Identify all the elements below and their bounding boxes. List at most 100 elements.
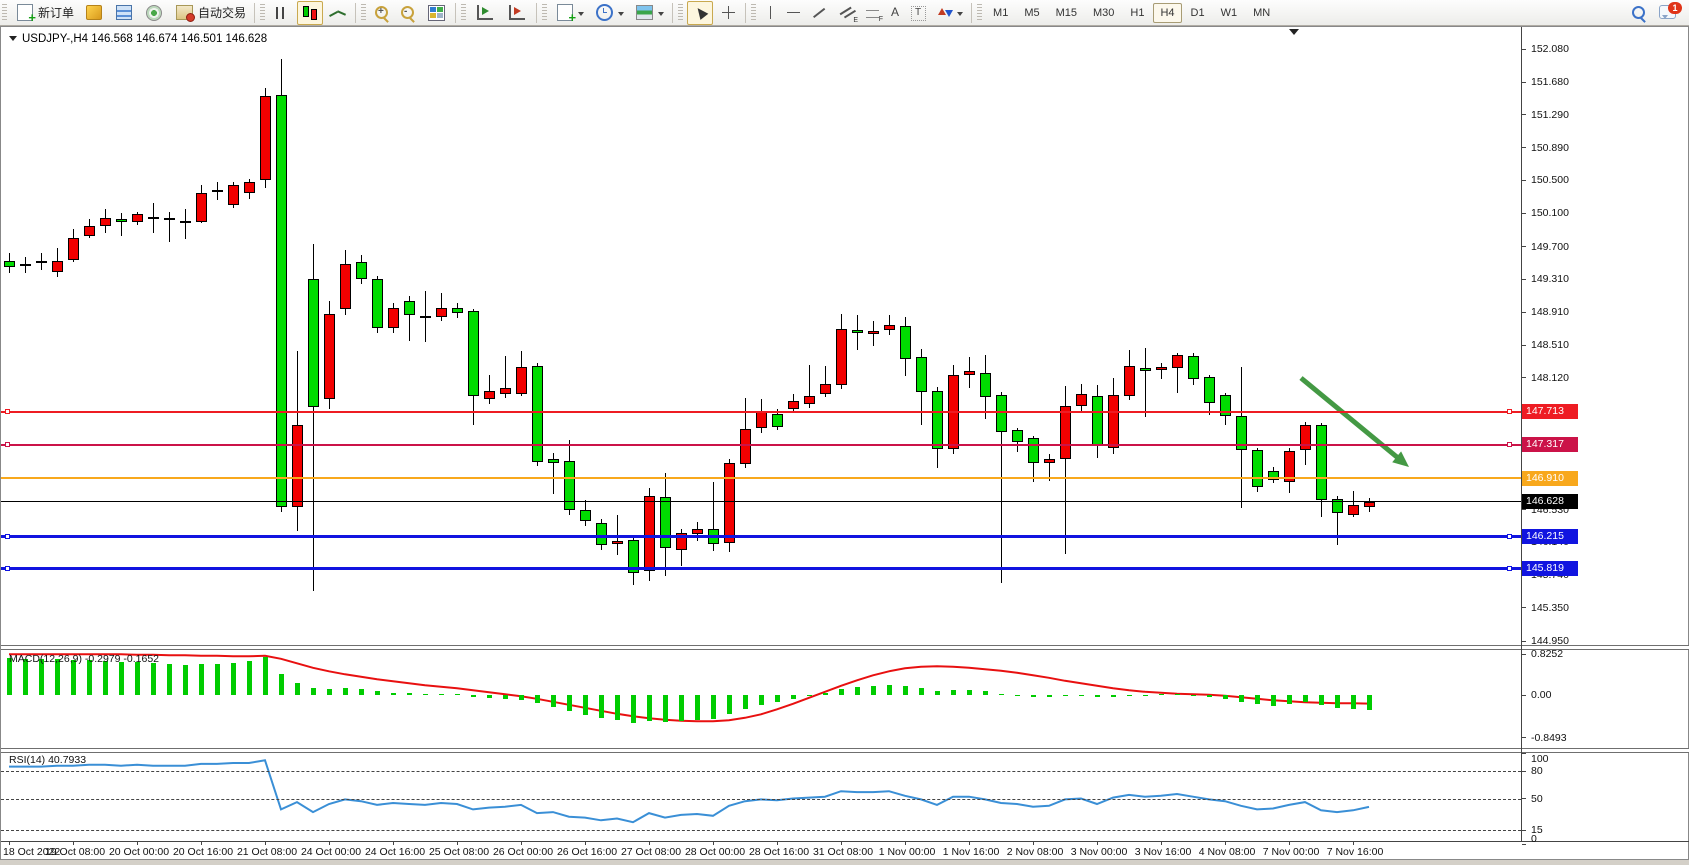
candle-up xyxy=(820,384,831,393)
rsi-label: RSI(14) 40.7933 xyxy=(9,754,86,766)
candle-up xyxy=(212,190,223,192)
timeframe-m1-button[interactable]: M1 xyxy=(986,3,1015,23)
crosshair-icon xyxy=(719,5,737,21)
horizontal-line-146.215[interactable] xyxy=(1,535,1521,538)
bar-chart-button[interactable] xyxy=(269,1,295,25)
candle-down xyxy=(1012,430,1023,442)
crosshair-tool-button[interactable] xyxy=(715,1,741,25)
candle-down xyxy=(452,308,463,313)
chevron-down-icon[interactable] xyxy=(618,12,624,19)
text-tool-button[interactable] xyxy=(885,1,905,25)
trendline-tool-button[interactable] xyxy=(806,1,832,25)
macd-histogram-bar xyxy=(199,664,204,695)
horizontal-line-145.819[interactable] xyxy=(1,567,1521,570)
pane-separator[interactable] xyxy=(1,645,1689,650)
auto-scroll-button[interactable] xyxy=(470,1,500,25)
timeframe-h4-button[interactable]: H4 xyxy=(1153,3,1181,23)
timeframe-h1-button[interactable]: H1 xyxy=(1123,3,1151,23)
line-handle[interactable] xyxy=(1507,534,1512,539)
market-watch-button[interactable] xyxy=(80,1,108,25)
zoom-out-button[interactable]: - xyxy=(396,1,420,25)
vertical-line-tool-button[interactable] xyxy=(760,1,780,25)
chevron-down-icon[interactable] xyxy=(957,12,963,19)
candlestick-chart-button[interactable] xyxy=(297,1,323,25)
market-watch-icon xyxy=(86,5,102,20)
line-handle[interactable] xyxy=(1507,566,1512,571)
line-handle[interactable] xyxy=(5,534,10,539)
timeframe-m15-button[interactable]: M15 xyxy=(1049,3,1084,23)
chevron-down-icon[interactable] xyxy=(578,12,584,19)
time-tick-label: 27 Oct 08:00 xyxy=(615,846,687,858)
time-tick-label: 3 Nov 00:00 xyxy=(1063,846,1135,858)
candle-down xyxy=(564,461,575,510)
time-tick-label: 26 Oct 00:00 xyxy=(487,846,559,858)
horizontal-line-146.910[interactable] xyxy=(1,477,1521,479)
toolbar-grip[interactable] xyxy=(751,4,756,22)
horizontal-line-146.628[interactable] xyxy=(1,501,1521,502)
timeframe-m5-button[interactable]: M5 xyxy=(1017,3,1046,23)
zoom-in-icon: + xyxy=(374,5,390,21)
macd-histogram-bar xyxy=(1047,695,1052,697)
chart-window[interactable]: USDJPY-,H4 146.568 146.674 146.501 146.6… xyxy=(0,26,1689,860)
community-chat-button[interactable]: 1 xyxy=(1653,1,1682,25)
data-window-button[interactable] xyxy=(110,1,138,25)
chart-shift-button[interactable] xyxy=(502,1,532,25)
line-handle[interactable] xyxy=(1507,409,1512,414)
search-button[interactable] xyxy=(1627,1,1651,25)
horizontal-line-147.713[interactable] xyxy=(1,411,1521,413)
timeframe-w1-button[interactable]: W1 xyxy=(1214,3,1245,23)
candle-up xyxy=(132,214,143,221)
timeframe-d1-button[interactable]: D1 xyxy=(1184,3,1212,23)
autotrading-button-label: 自动交易 xyxy=(198,4,246,21)
line-handle[interactable] xyxy=(5,442,10,447)
horizontal-line-tool-button[interactable] xyxy=(782,1,804,25)
toolbar-separator xyxy=(971,3,972,23)
toolbar-grip[interactable] xyxy=(678,4,683,22)
rsi-tick xyxy=(1522,798,1526,799)
new-chart-button[interactable] xyxy=(551,1,588,25)
timeframe-m30-button[interactable]: M30 xyxy=(1086,3,1121,23)
toolbar-grip[interactable] xyxy=(2,4,7,22)
cursor-tool-button[interactable] xyxy=(687,1,713,25)
pane-separator[interactable] xyxy=(1,748,1689,753)
macd-histogram-bar xyxy=(823,693,828,695)
autotrading-button[interactable]: 自动交易 xyxy=(170,1,250,25)
toolbar-grip[interactable] xyxy=(461,4,466,22)
rsi-tick xyxy=(1522,844,1526,845)
macd-histogram-bar xyxy=(519,695,524,700)
navigator-button[interactable] xyxy=(140,1,168,25)
line-chart-button[interactable] xyxy=(325,1,351,25)
macd-tick-label: 0.00 xyxy=(1531,689,1551,701)
hline-icon xyxy=(786,5,800,21)
candle-down xyxy=(1316,425,1327,500)
price-tick xyxy=(1522,213,1526,214)
macd-histogram-bar xyxy=(439,694,444,696)
line-handle[interactable] xyxy=(5,409,10,414)
zoom-in-button[interactable]: + xyxy=(370,1,394,25)
chevron-down-icon[interactable] xyxy=(658,12,664,19)
horizontal-line-147.317[interactable] xyxy=(1,444,1521,446)
macd-histogram-bar xyxy=(1207,695,1212,697)
candle-down xyxy=(772,414,783,427)
line-handle[interactable] xyxy=(5,566,10,571)
toolbar-grip[interactable] xyxy=(977,4,982,22)
toolbar-grip[interactable] xyxy=(361,4,366,22)
candle-down xyxy=(900,326,911,358)
arrows-tool-button[interactable] xyxy=(932,1,967,25)
toolbar-grip[interactable] xyxy=(542,4,547,22)
text-label-tool-button[interactable] xyxy=(907,1,930,25)
time-tick-label: 1 Nov 00:00 xyxy=(871,846,943,858)
timeframe-mn-button[interactable]: MN xyxy=(1246,3,1277,23)
templates-menu-button[interactable] xyxy=(630,1,668,25)
time-tick-label: 19 Oct 08:00 xyxy=(39,846,111,858)
new-order-button[interactable]: 新订单 xyxy=(11,1,78,25)
chart-title-text: USDJPY-,H4 146.568 146.674 146.501 146.6… xyxy=(22,33,267,45)
line-handle[interactable] xyxy=(1507,442,1512,447)
fibonacci-tool-button[interactable] xyxy=(862,1,883,25)
tile-windows-button[interactable] xyxy=(422,1,451,25)
periods-menu-button[interactable] xyxy=(590,1,628,25)
equidistant-channel-tool-button[interactable] xyxy=(834,1,860,25)
toolbar-grip[interactable] xyxy=(260,4,265,22)
chart-menu-icon[interactable] xyxy=(9,36,17,45)
chart-shift-marker-icon[interactable] xyxy=(1289,29,1299,40)
